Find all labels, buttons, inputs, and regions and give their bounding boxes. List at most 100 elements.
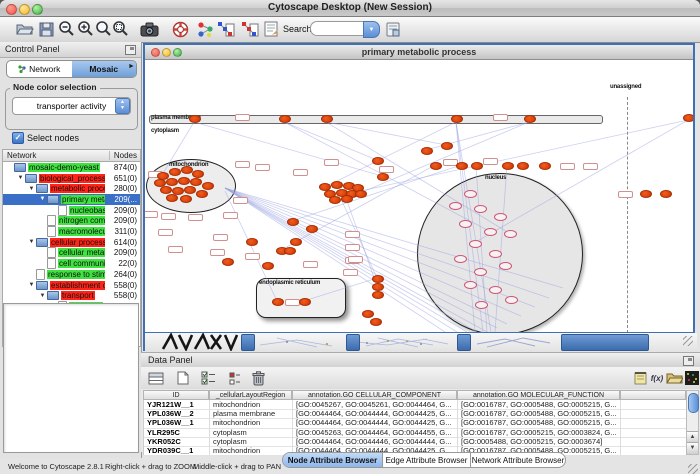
column-header[interactable]: annotation.GO CELLULAR_COMPONENT <box>292 390 457 400</box>
table-cell[interactable]: [GO:0044464, GO:0044444, GO:0044425, G..… <box>293 409 458 418</box>
gene-node[interactable] <box>377 173 389 181</box>
gene-node[interactable] <box>246 238 258 246</box>
disclosure-arrow-icon[interactable]: ▼ <box>16 175 25 181</box>
tree-item-cellular-process[interactable]: ▼cellular process614(0) <box>3 237 140 248</box>
tree-item-response-to-stimulu[interactable]: response to stimulu264(0) <box>3 269 140 280</box>
table-cell[interactable]: [GO:0016787, GO:0005488, GO:0005215, G..… <box>458 409 621 418</box>
gene-node[interactable] <box>372 157 384 165</box>
gene-node[interactable] <box>262 262 274 270</box>
tree-item-biological-process[interactable]: ▼biological_process651(0) <box>3 173 140 184</box>
gene-node[interactable] <box>441 142 453 150</box>
tree-item-nitrogen-compo[interactable]: nitrogen compo209(0) <box>3 216 140 227</box>
tab-mosaic[interactable]: Mosaic <box>72 61 137 77</box>
disclosure-arrow-icon[interactable]: ▼ <box>38 196 47 202</box>
disclosure-arrow-icon[interactable]: ▼ <box>27 239 36 245</box>
table-cell[interactable]: YJR121W__1 <box>144 400 210 409</box>
gene-node[interactable] <box>299 298 311 306</box>
gene-node[interactable] <box>306 225 318 233</box>
snapshot-camera-icon[interactable] <box>139 19 159 39</box>
table-cell[interactable]: YPL036W__2 <box>144 409 210 418</box>
gene-node[interactable] <box>180 195 192 203</box>
table-cell[interactable]: YKR052C <box>144 437 210 446</box>
import-attributes-icon[interactable] <box>665 369 683 387</box>
table-cell[interactable]: YLR295C <box>144 428 210 437</box>
tree-item-primary-metabo[interactable]: ▼primary metabo209(... <box>3 194 140 205</box>
tree-item-nucleobase-[interactable]: nucleobase-209(0) <box>3 205 140 216</box>
gene-node[interactable] <box>284 247 296 255</box>
attribute-checklist-icon[interactable] <box>199 369 217 387</box>
gene-node[interactable] <box>430 162 442 170</box>
annotation-page-icon[interactable] <box>261 19 281 39</box>
tree-item-establishment-of-lo[interactable]: ▼establishment of lo558(0) <box>3 280 140 291</box>
network-canvas[interactable]: plasma membrane cytoplasm mitochondrion … <box>145 60 693 332</box>
gene-node[interactable] <box>517 162 529 170</box>
gene-node[interactable] <box>287 218 299 226</box>
table-cell[interactable]: [GO:0044464, GO:0044446, GO:0044444, G..… <box>293 437 458 446</box>
node-color-dropdown[interactable]: transporter activity <box>12 97 131 115</box>
gene-node[interactable] <box>184 186 196 194</box>
table-cell[interactable]: [GO:0044464, GO:0044444, GO:0044425, G..… <box>293 418 458 427</box>
gene-node[interactable] <box>222 258 234 266</box>
gene-node[interactable] <box>421 147 433 155</box>
attribute-grid-icon[interactable] <box>226 369 244 387</box>
gene-node[interactable] <box>290 238 302 246</box>
table-cell[interactable]: [GO:0016787, GO:0005488, GO:0005215, G..… <box>458 418 621 427</box>
table-cell[interactable]: [GO:0045267, GO:0045261, GO:0044464, G..… <box>293 400 458 409</box>
background-window-titlebar[interactable] <box>561 334 649 351</box>
zoom-in-icon[interactable] <box>76 19 96 39</box>
table-cell[interactable]: [GO:0005488, GO:0005215, GO:0003674] <box>458 437 621 446</box>
table-cell[interactable]: mitochondrion <box>210 446 293 455</box>
gene-node[interactable] <box>166 194 178 202</box>
float-panel-icon[interactable] <box>683 356 694 366</box>
gene-node[interactable] <box>178 177 190 185</box>
gene-node[interactable] <box>471 162 483 170</box>
table-cell[interactable]: YPL036W__1 <box>144 418 210 427</box>
gene-node[interactable] <box>539 162 551 170</box>
tree-item-cellular-metabo[interactable]: cellular metabo209(0) <box>3 248 140 259</box>
search-options-icon[interactable] <box>383 19 403 39</box>
layout-blue-icon[interactable] <box>216 19 236 39</box>
tree-item-transport[interactable]: ▼transport558(0) <box>3 290 140 301</box>
gene-node[interactable] <box>169 168 181 176</box>
table-scrollbar[interactable]: ▲ ▼ <box>686 390 699 455</box>
gene-node[interactable] <box>456 162 468 170</box>
help-lifebuoy-icon[interactable] <box>170 19 190 39</box>
gene-node[interactable] <box>160 186 172 194</box>
column-header[interactable]: ID <box>143 390 209 400</box>
gene-node[interactable] <box>192 170 204 178</box>
disclosure-arrow-icon[interactable]: ▼ <box>27 186 36 192</box>
gene-node[interactable] <box>166 178 178 186</box>
gene-node[interactable] <box>321 115 333 123</box>
gene-node[interactable] <box>341 195 353 203</box>
column-header[interactable]: _cellularLayoutRegion <box>209 390 292 400</box>
gene-node[interactable] <box>372 291 384 299</box>
open-session-icon[interactable] <box>15 19 35 39</box>
table-cell[interactable]: [GO:0045263, GO:0044464, GO:0044455, G..… <box>293 428 458 437</box>
gene-node[interactable] <box>660 190 672 198</box>
gene-node[interactable] <box>202 182 214 190</box>
gene-node[interactable] <box>370 318 382 326</box>
dropdown-stepper-icon[interactable]: ▲▼ <box>115 98 130 114</box>
gene-node[interactable] <box>355 190 367 198</box>
notepad-icon[interactable] <box>631 369 649 387</box>
gene-node[interactable] <box>524 115 536 123</box>
disclosure-arrow-icon[interactable]: ▼ <box>27 282 36 288</box>
float-panel-icon[interactable] <box>125 45 136 55</box>
background-window-edge[interactable] <box>457 334 471 351</box>
search-input[interactable] <box>310 21 371 36</box>
gene-node[interactable] <box>329 196 341 204</box>
zoom-out-icon[interactable] <box>57 19 77 39</box>
scrollbar-thumb[interactable] <box>688 393 699 413</box>
gene-node[interactable] <box>683 114 693 122</box>
zoom-selected-icon[interactable] <box>111 19 131 39</box>
tab-overflow-arrow[interactable]: ► <box>128 63 135 70</box>
window-resize-grip[interactable] <box>683 336 693 346</box>
table-cell[interactable]: [GO:0016787, GO:0005215, GO:0003824, G..… <box>458 428 621 437</box>
function-builder-icon[interactable]: f(x) <box>648 369 666 387</box>
gene-node[interactable] <box>372 275 384 283</box>
table-cell[interactable]: plasma membrane <box>210 409 293 418</box>
table-cell[interactable]: mitochondrion <box>210 400 293 409</box>
delete-attribute-icon[interactable] <box>249 369 267 387</box>
column-header[interactable]: annotation.GO MOLECULAR_FUNCTION <box>457 390 620 400</box>
background-window-edge[interactable] <box>346 334 360 351</box>
